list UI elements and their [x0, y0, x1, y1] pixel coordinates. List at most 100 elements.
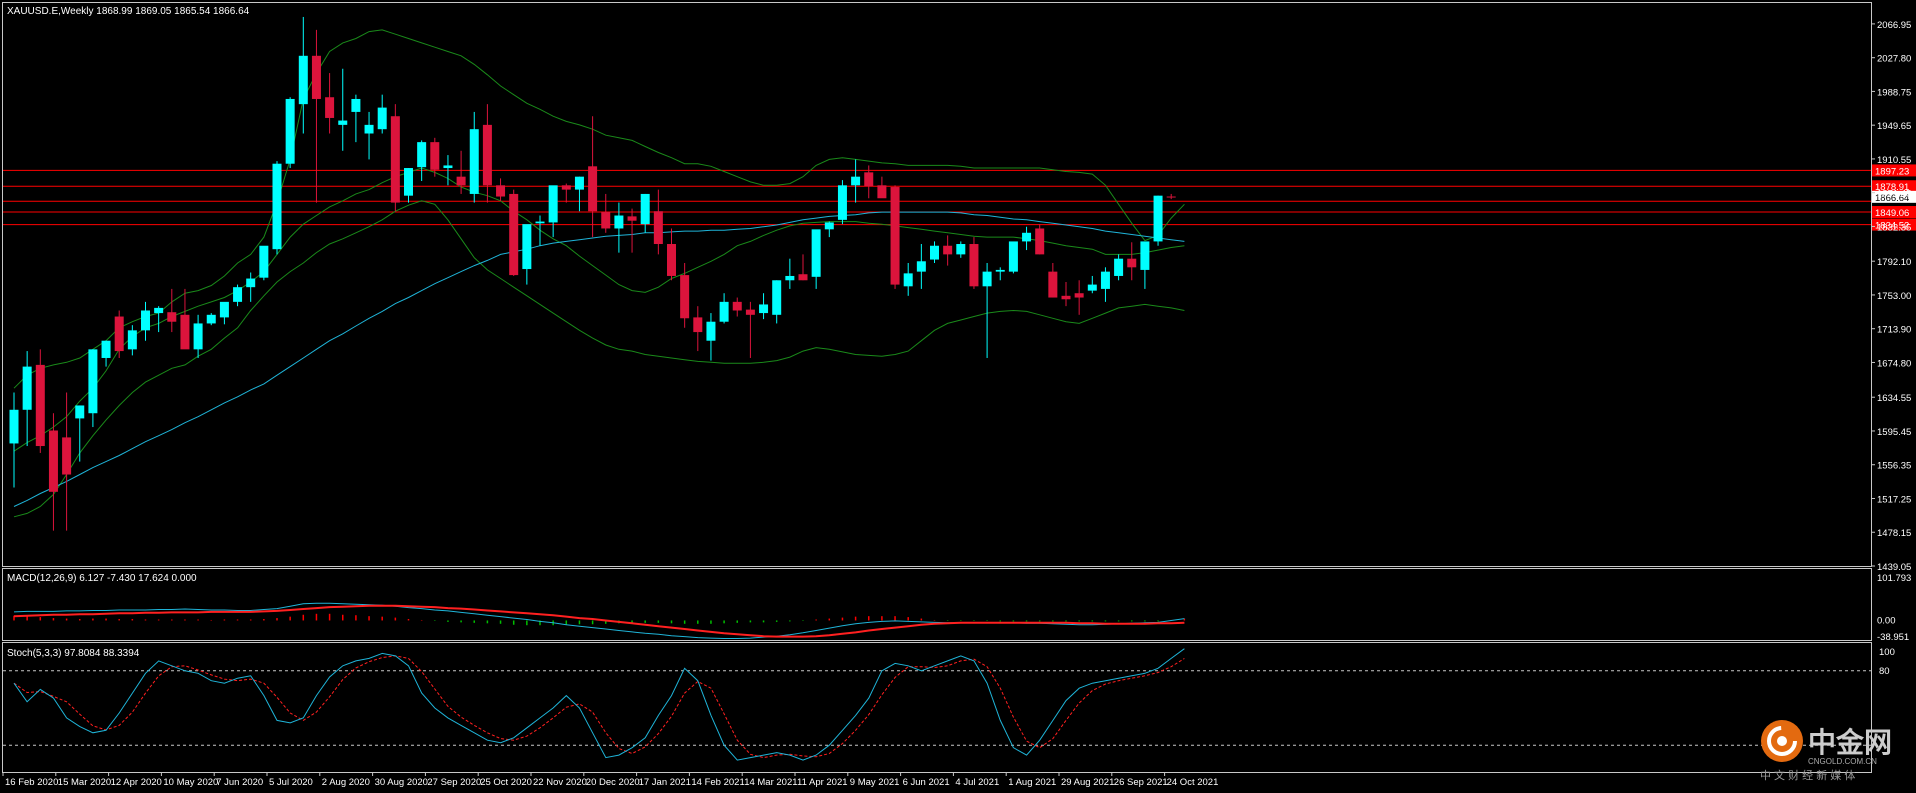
time-axis: 16 Feb 2020 15 Mar 2020 12 Apr 2020 10 May …: [2, 772, 1219, 788]
candle-body: [193, 323, 203, 350]
time-label: 26 Sep 2021: [1114, 777, 1168, 788]
candle-body: [180, 314, 190, 350]
candle-body: [62, 437, 72, 475]
candle-body: [246, 278, 256, 288]
candle-body: [101, 340, 111, 358]
candle-body: [614, 215, 624, 229]
candle-body: [745, 309, 755, 315]
candle-body: [259, 245, 269, 278]
candle-body: [811, 229, 821, 277]
candle-body: [1022, 232, 1032, 242]
candle-body: [601, 212, 611, 229]
candle-body: [930, 245, 939, 260]
candle-body: [167, 312, 177, 322]
time-label: 15 Mar 2020: [58, 777, 111, 788]
candle-body: [482, 124, 492, 186]
brand-name: 中金网: [1808, 726, 1892, 758]
time-label: 10 May 2020: [163, 777, 218, 788]
candle-body: [88, 349, 98, 414]
candle-body: [1153, 195, 1163, 242]
price-tick-label: 1595.45: [1877, 427, 1911, 438]
candle-body: [732, 301, 742, 311]
candle-body: [640, 193, 650, 225]
candle-body: [535, 221, 545, 224]
candle-body: [35, 364, 45, 447]
time-label: 7 Jun 2020: [216, 777, 263, 788]
candle-body: [127, 330, 137, 350]
candle-body: [9, 409, 19, 444]
candle-body: [351, 98, 361, 112]
candle-body: [653, 211, 663, 245]
price-tick-label: 1871.45: [1877, 189, 1911, 200]
candle-body: [154, 307, 164, 314]
candle-body: [877, 185, 887, 199]
price-tick-label: 1910.55: [1877, 155, 1911, 166]
candle-body: [772, 280, 782, 315]
candle-body: [667, 244, 676, 276]
trading-chart[interactable]: 1897.231878.911849.061834.521866.64 2066…: [0, 0, 1916, 793]
time-label: 24 Oct 2021: [1167, 777, 1219, 788]
candle-body: [1087, 284, 1097, 291]
price-tick-label: 1517.25: [1877, 494, 1911, 505]
time-label: 17 Jan 2021: [639, 777, 691, 788]
candle-body: [995, 269, 1005, 272]
candle-body: [48, 430, 58, 492]
time-label: 6 Jun 2021: [903, 777, 950, 788]
time-label: 22 Nov 2020: [533, 777, 587, 788]
candle-body: [233, 287, 243, 302]
candle-body: [588, 166, 598, 212]
candle-body: [1035, 228, 1045, 255]
candle-body: [298, 55, 308, 105]
candle-body: [496, 185, 506, 197]
candle-body: [574, 176, 584, 190]
price-tick-label: 1832.35: [1877, 222, 1911, 233]
candle-body: [1074, 293, 1084, 298]
brand-logo: 中金网 CNGOLD.COM.CN 中 文 财 经 新 媒 体: [1760, 720, 1892, 782]
candle-body: [522, 224, 532, 270]
candle-body: [969, 244, 979, 287]
candle-body: [943, 245, 953, 255]
time-label: 27 Sep 2020: [427, 777, 481, 788]
stoch-panel-frame: [2, 642, 1872, 773]
candle-body: [219, 301, 229, 318]
time-label: 29 Aug 2021: [1061, 777, 1114, 788]
time-label: 2 Aug 2020: [322, 777, 370, 788]
candle-body: [325, 97, 335, 118]
stoch-tick-label: 80: [1879, 666, 1890, 677]
candle-body: [364, 124, 374, 134]
price-tick-label: 1949.65: [1877, 121, 1911, 132]
candle-body: [837, 185, 847, 220]
macd-panel-header: MACD(12,26,9) 6.127 -7.430 17.624 0.000: [7, 573, 197, 584]
price-tick-label: 1792.10: [1877, 257, 1911, 268]
candle-body: [956, 244, 966, 255]
candle-body: [680, 275, 690, 319]
price-tick-label: 1713.90: [1877, 325, 1911, 336]
candle-body: [1100, 271, 1110, 289]
candle-body: [1140, 241, 1150, 270]
stoch-tick-label: 100: [1879, 647, 1895, 658]
price-tick-label: 1674.80: [1877, 358, 1911, 369]
main-panel-frame: [2, 2, 1872, 567]
candle-body: [141, 310, 150, 331]
candle-body: [903, 273, 913, 287]
candle-body: [443, 165, 453, 169]
candle-body: [390, 116, 400, 203]
price-tick-label: 1556.35: [1877, 461, 1911, 472]
candle-body: [1127, 258, 1137, 268]
candle-body: [627, 216, 637, 221]
candle-body: [206, 314, 216, 324]
candle-body: [1048, 271, 1058, 298]
candle-body: [456, 176, 466, 186]
candle-body: [561, 185, 571, 190]
time-label: 30 Aug 2020: [375, 777, 428, 788]
candle-body: [851, 176, 861, 186]
time-label: 1 Aug 2021: [1008, 777, 1056, 788]
candle-body: [785, 275, 795, 281]
stoch-panel-header: Stoch(5,3,3) 97.8084 88.3394: [7, 648, 140, 659]
candle-body: [417, 142, 427, 168]
price-tick-label: 1478.15: [1877, 528, 1911, 539]
time-label: 9 May 2021: [850, 777, 900, 788]
candle-body: [1166, 196, 1176, 198]
time-label: 12 Apr 2020: [111, 777, 162, 788]
candle-body: [1114, 258, 1124, 276]
